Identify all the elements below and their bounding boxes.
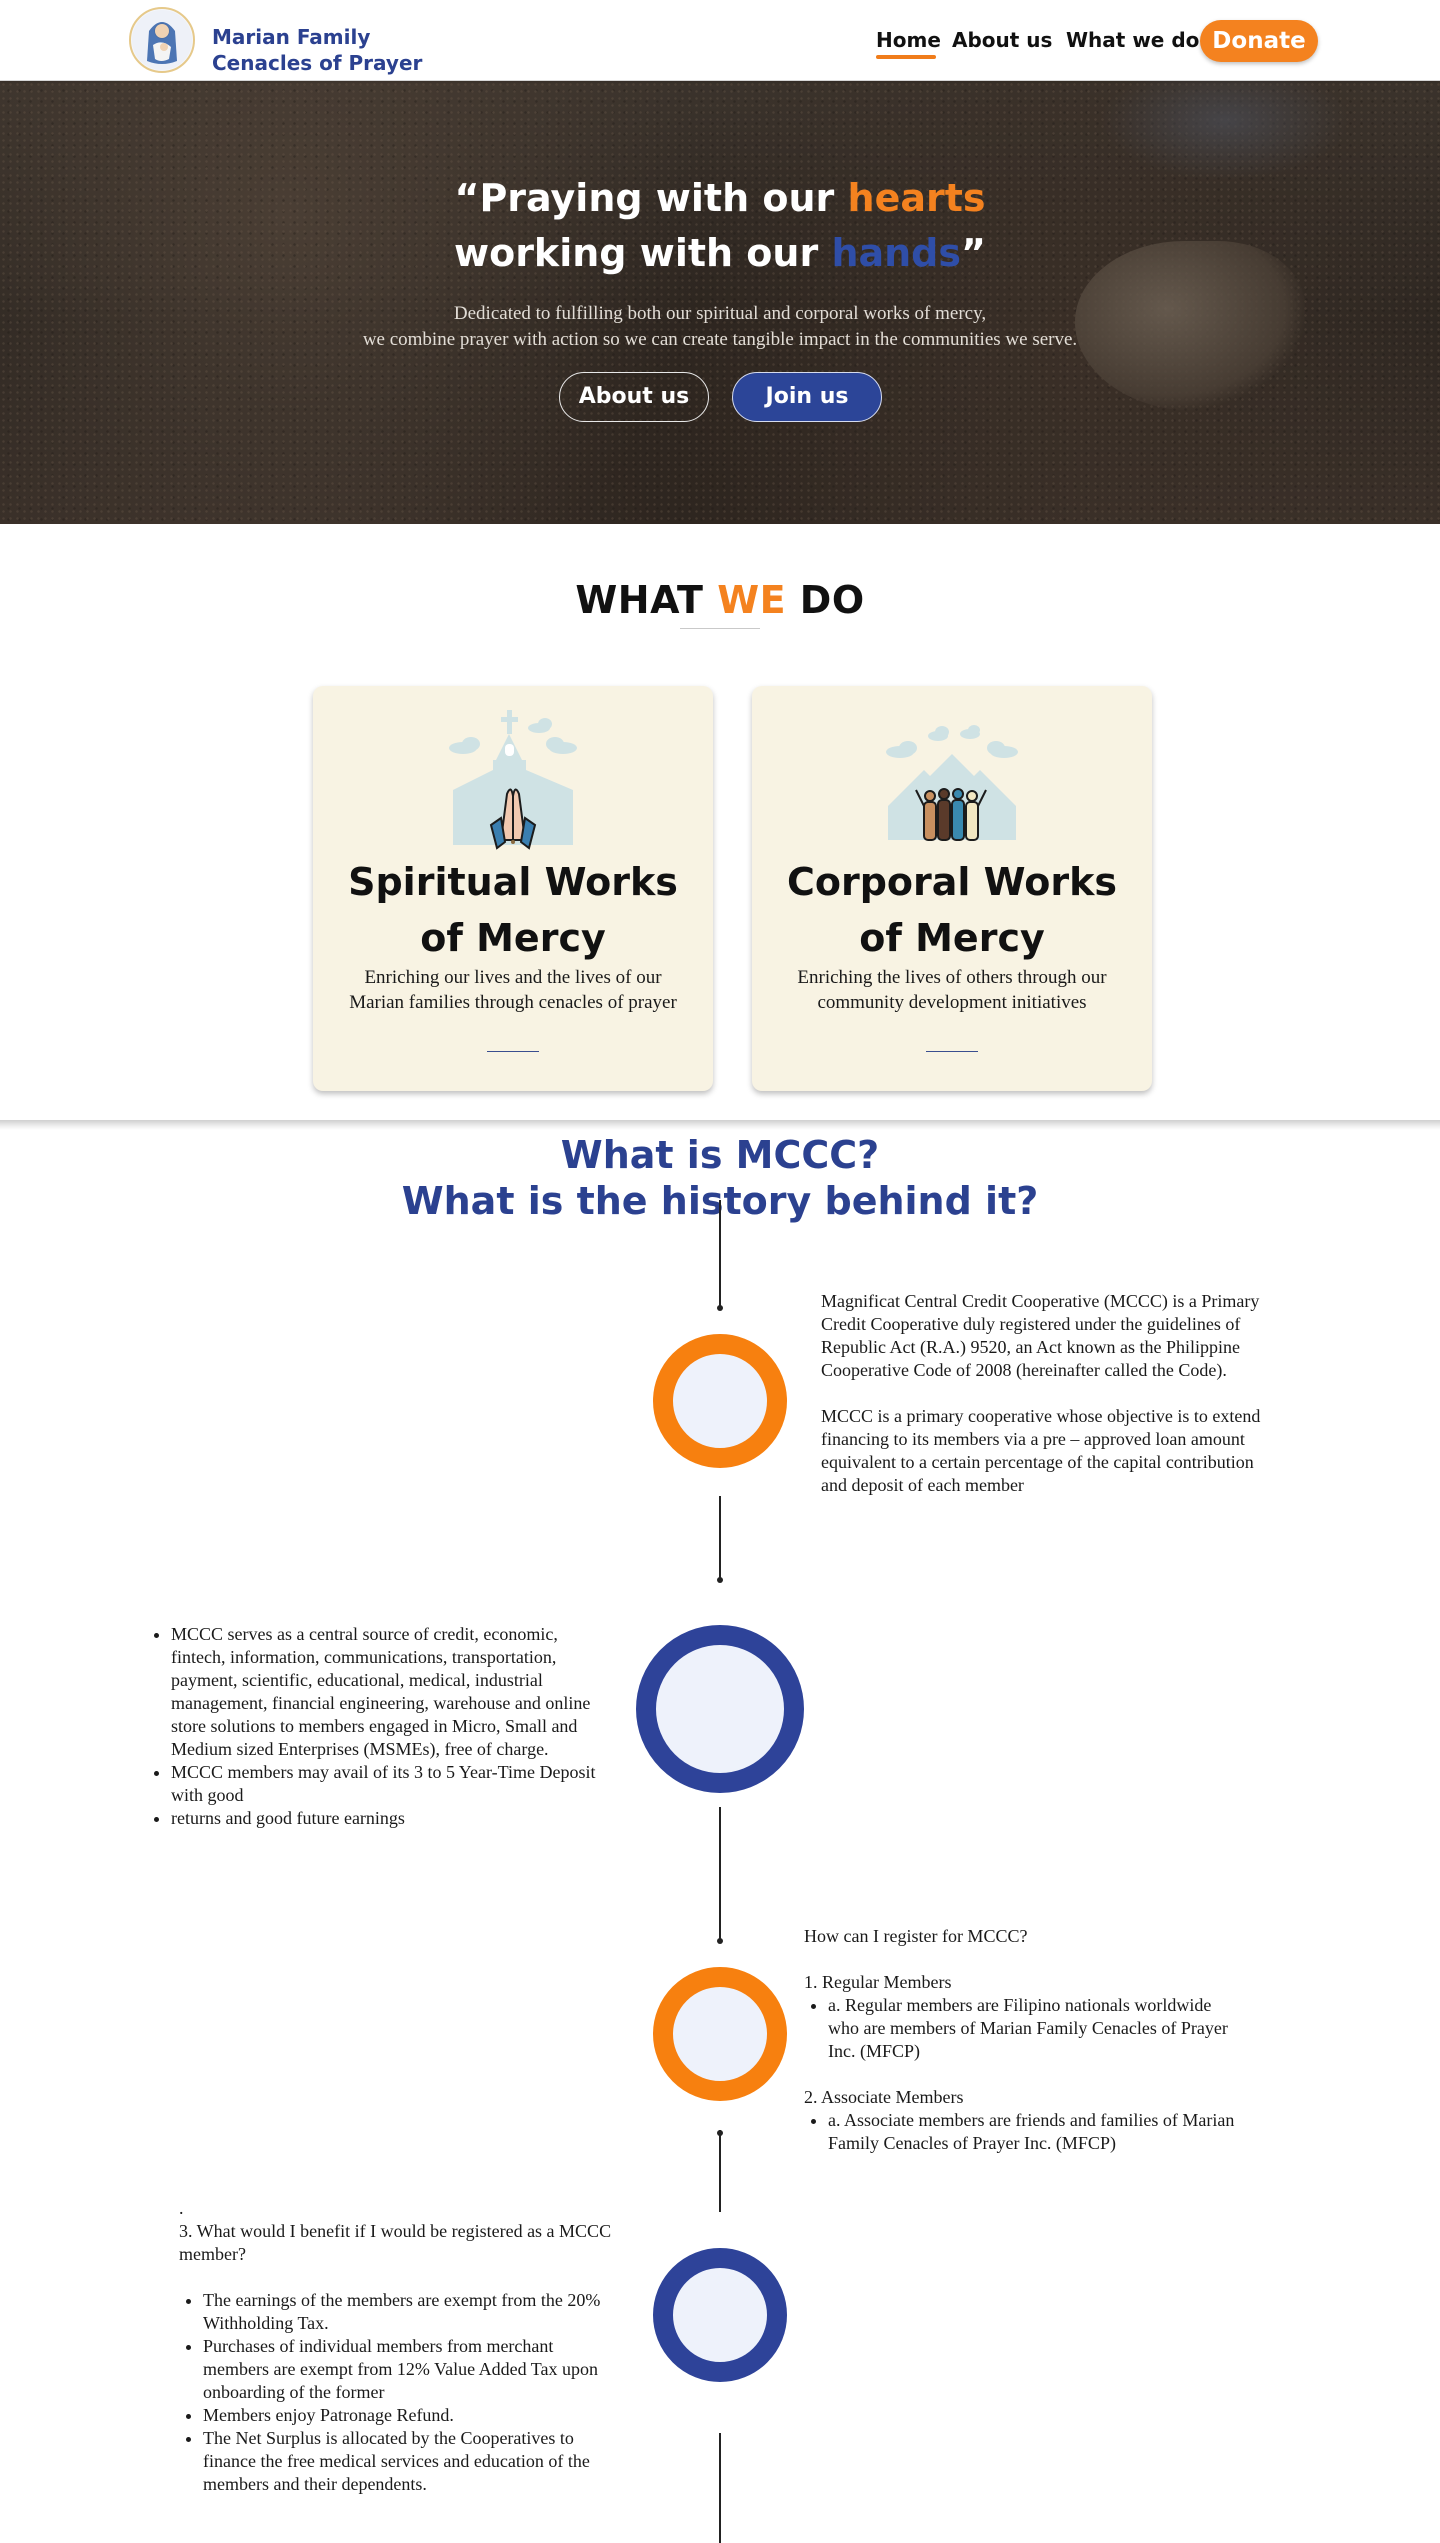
mccc-block-4: . 3. What would I benefit if I would be … — [179, 2197, 619, 2496]
list-item: Purchases of individual members from mer… — [203, 2335, 619, 2404]
hero-subtitle-line1: Dedicated to fulfilling both our spiritu… — [453, 303, 987, 324]
list-item: MCCC members may avail of its 3 to 5 Yea… — [171, 1761, 607, 1807]
stray-dot: . — [179, 2198, 184, 2218]
mccc-paragraph: Magnificat Central Credit Cooperative (M… — [821, 1291, 1260, 1380]
benefits-question: 3. What would I benefit if I would be re… — [179, 2221, 612, 2264]
timeline-line — [719, 2433, 721, 2543]
list-item: MCCC serves as a central source of credi… — [171, 1623, 607, 1761]
mccc-heading-line1: What is MCCC? — [560, 1133, 880, 1177]
mccc-block-2: MCCC serves as a central source of credi… — [147, 1623, 607, 1830]
timeline-node-blue — [636, 1625, 804, 1793]
heading-part: WHAT — [575, 578, 718, 622]
nav-active-indicator — [876, 55, 936, 59]
card-title-line2: of Mercy — [420, 916, 606, 960]
hero-banner: “Praying with our hearts working with ou… — [0, 81, 1440, 524]
logo-text[interactable]: Marian Family Cenacles of Prayer — [212, 24, 422, 76]
church-praying-hands-icon — [441, 710, 585, 850]
hero-title-line1: “Praying with our hearts — [0, 176, 1440, 220]
timeline-dot — [717, 1305, 723, 1311]
community-houses-icon — [880, 710, 1024, 850]
heading-divider — [680, 628, 760, 629]
mccc-block-3: How can I register for MCCC? 1. Regular … — [804, 1925, 1244, 2155]
card-divider — [487, 1051, 539, 1052]
card-title-line2: of Mercy — [859, 916, 1045, 960]
hero-highlight-hearts: hearts — [847, 176, 986, 220]
card-description: Enriching the lives of others through ou… — [797, 967, 1107, 1013]
timeline-node-orange — [653, 1334, 787, 1468]
list-item: The Net Surplus is allocated by the Coop… — [203, 2427, 619, 2496]
card-divider — [926, 1051, 978, 1052]
hero-title-quote: ” — [961, 231, 986, 275]
what-we-do-heading: WHAT WE DO — [0, 578, 1440, 622]
mccc-services-list: MCCC serves as a central source of credi… — [147, 1623, 607, 1830]
about-us-button[interactable]: About us — [559, 372, 709, 422]
donate-button[interactable]: Donate — [1200, 20, 1318, 62]
logo-line2: Cenacles of Prayer — [212, 51, 423, 75]
member-type-heading: 1. Regular Members — [804, 1972, 952, 1992]
benefits-list: The earnings of the members are exempt f… — [179, 2289, 619, 2496]
card-description: Enriching our lives and the lives of our… — [349, 967, 677, 1013]
hero-title-text: working with our — [453, 231, 832, 275]
list-item: returns and good future earnings — [171, 1807, 607, 1830]
site-header: Marian Family Cenacles of Prayer Home Ab… — [0, 0, 1440, 81]
list-item: a. Regular members are Filipino national… — [828, 1994, 1244, 2063]
card-title-line1: Spiritual Works — [348, 860, 678, 904]
list-item: Members enjoy Patronage Refund. — [203, 2404, 619, 2427]
hero-title-line2: working with our hands” — [0, 231, 1440, 275]
card-title-line1: Corporal Works — [787, 860, 1117, 904]
nav-about[interactable]: About us — [952, 28, 1052, 52]
timeline-line — [719, 1496, 721, 1580]
timeline-node-blue — [653, 2248, 787, 2382]
section-divider — [0, 1120, 1440, 1130]
logo-icon[interactable] — [129, 7, 195, 73]
nav-what-we-do[interactable]: What we do — [1066, 28, 1199, 52]
timeline-dot — [717, 1938, 723, 1944]
spiritual-works-card[interactable]: Spiritual Works of Mercy Enriching our l… — [313, 686, 713, 1091]
hero-subtitle-line2: we combine prayer with action so we can … — [362, 329, 1078, 350]
timeline-line — [719, 2130, 721, 2212]
nav-home[interactable]: Home — [876, 28, 941, 52]
heading-highlight: WE — [717, 578, 787, 622]
member-type-heading: 2. Associate Members — [804, 2087, 964, 2107]
logo-line1: Marian Family — [212, 25, 371, 49]
timeline-line — [719, 1807, 721, 1941]
list-item: The earnings of the members are exempt f… — [203, 2289, 619, 2335]
hero-highlight-hands: hands — [831, 231, 962, 275]
mccc-paragraph: MCCC is a primary cooperative whose obje… — [821, 1406, 1261, 1495]
list-item: a. Associate members are friends and fam… — [828, 2109, 1244, 2155]
hero-title-text: “Praying with our — [454, 176, 848, 220]
timeline-node-orange — [653, 1967, 787, 2101]
timeline-dot — [717, 1577, 723, 1583]
timeline-line — [719, 1200, 721, 1308]
member-type-list: a. Associate members are friends and fam… — [804, 2109, 1244, 2155]
mccc-block-1: Magnificat Central Credit Cooperative (M… — [821, 1290, 1271, 1497]
corporal-works-card[interactable]: Corporal Works of Mercy Enriching the li… — [752, 686, 1152, 1091]
heading-part: DO — [786, 578, 865, 622]
join-us-button[interactable]: Join us — [732, 372, 882, 422]
register-question: How can I register for MCCC? — [804, 1926, 1028, 1946]
member-type-list: a. Regular members are Filipino national… — [804, 1994, 1244, 2063]
